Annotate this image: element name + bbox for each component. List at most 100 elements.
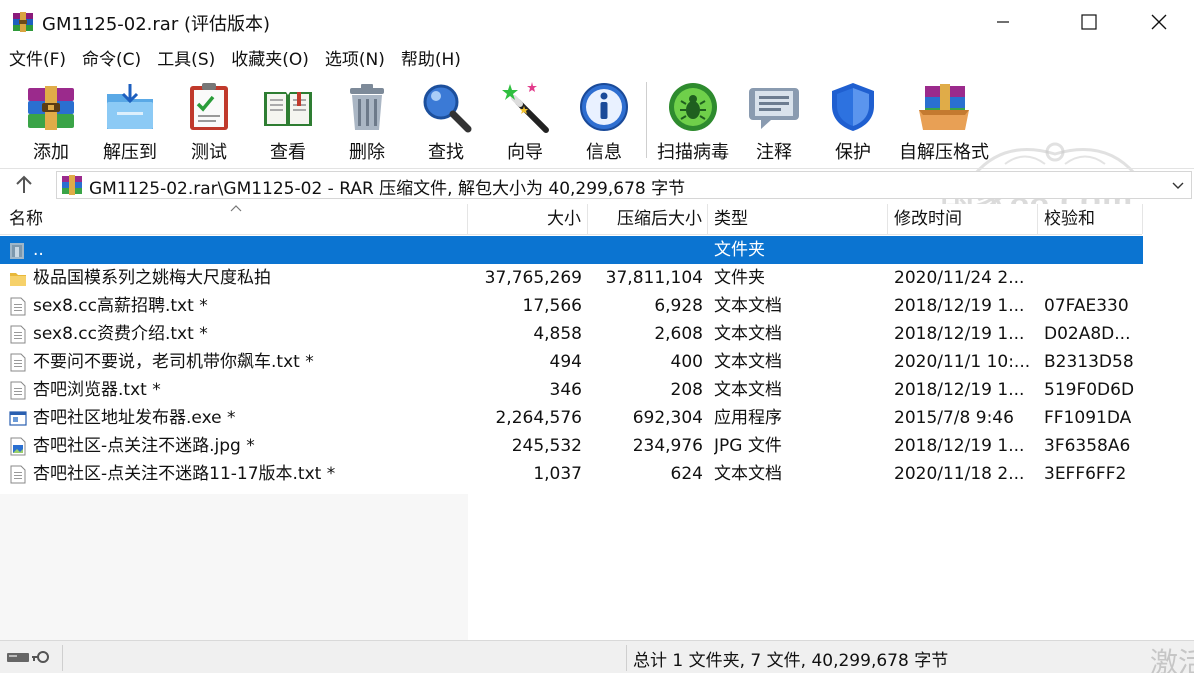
toolbar: 国家88.com 添加 解压到 测试 查看 删除 查找 向导 信息 扫描病毒 注…	[0, 76, 1194, 219]
wizard-button[interactable]: 向导	[486, 76, 564, 164]
file-row[interactable]: sex8.cc高薪招聘.txt * 17,566 6,928 文本文档 2018/12/…	[0, 292, 1143, 320]
info-button[interactable]: 信息	[565, 76, 643, 164]
column-header-crc-label: 校验和	[1044, 209, 1095, 229]
menu-commands[interactable]: 命令(C)	[74, 46, 149, 74]
menu-file[interactable]: 文件(F)	[0, 46, 74, 74]
sfx-icon	[919, 84, 969, 130]
file-crc	[1044, 264, 1140, 292]
up-arrow-icon[interactable]	[12, 173, 36, 197]
virus-scan-icon	[669, 83, 717, 131]
file-crc: 519F0D6D	[1044, 380, 1135, 400]
file-row[interactable]: sex8.cc资费介绍.txt * 4,858 2,608 文本文档 2018/12/1…	[0, 320, 1143, 348]
view-icon	[264, 92, 312, 126]
extract-to-button[interactable]: 解压到	[91, 76, 169, 164]
file-type: 文本文档	[714, 324, 782, 344]
comment-button[interactable]: 注释	[735, 76, 813, 164]
file-packed-size: 208	[670, 380, 703, 400]
file-size: 494	[549, 352, 582, 372]
column-header-packed[interactable]: 压缩后大小	[588, 204, 708, 234]
view-button[interactable]: 查看	[249, 76, 327, 164]
extract-to-icon	[107, 84, 153, 129]
file-packed-size: 37,811,104	[605, 268, 703, 288]
file-crc	[1044, 236, 1140, 264]
add-label: 添加	[33, 142, 69, 163]
status-summary: 总计 1 文件夹, 7 文件, 40,299,678 字节	[633, 651, 949, 671]
sfx-button[interactable]: 自解压格式	[898, 76, 990, 164]
column-header-name-label: 名称	[9, 209, 43, 229]
file-type: 文本文档	[714, 464, 782, 484]
file-modified: 2018/12/19 1...	[894, 380, 1025, 400]
comment-label: 注释	[756, 142, 792, 163]
maximize-button[interactable]	[1054, 0, 1124, 44]
menu-tools[interactable]: 工具(S)	[149, 46, 223, 74]
drive-key-icon	[7, 651, 49, 663]
file-name: sex8.cc资费介绍.txt *	[33, 324, 208, 344]
sort-ascending-icon	[230, 205, 242, 212]
menu-options[interactable]: 选项(N)	[317, 46, 393, 74]
file-type: 文件夹	[714, 268, 765, 288]
file-crc: FF1091DA	[1044, 408, 1132, 428]
minimize-button[interactable]	[968, 0, 1038, 44]
test-button[interactable]: 测试	[170, 76, 248, 164]
virus-scan-button[interactable]: 扫描病毒	[654, 76, 732, 164]
file-name: 杏吧社区地址发布器.exe *	[33, 408, 236, 428]
file-row[interactable]: 不要问不要说，老司机带你飙车.txt * 494 400 文本文档 2020/11/1 …	[0, 348, 1143, 376]
file-size	[470, 236, 582, 264]
menu-help[interactable]: 帮助(H)	[393, 46, 469, 74]
add-button[interactable]: 添加	[12, 76, 90, 164]
winrar-app-icon	[13, 12, 33, 32]
file-modified: 2015/7/8 9:46	[894, 408, 1014, 428]
toolbar-separator	[646, 82, 647, 158]
sfx-label: 自解压格式	[899, 142, 989, 163]
file-row[interactable]: 杏吧社区地址发布器.exe * 2,264,576 692,304 应用程序 2015/…	[0, 404, 1143, 432]
file-size: 2,264,576	[495, 408, 582, 428]
file-row[interactable]: 杏吧社区-点关注不迷路.jpg * 245,532 234,976 JPG 文件 201…	[0, 432, 1143, 460]
file-size: 346	[549, 380, 582, 400]
file-name: sex8.cc高薪招聘.txt *	[33, 296, 208, 316]
column-header-name[interactable]: 名称	[0, 204, 468, 234]
file-size: 37,765,269	[484, 268, 582, 288]
exe-file-icon	[9, 411, 27, 426]
maximize-icon	[1081, 14, 1097, 30]
file-modified: 2018/12/19 1...	[894, 324, 1025, 344]
file-row[interactable]: .. 文件夹	[0, 236, 1143, 264]
file-modified	[894, 236, 1034, 264]
file-type: JPG 文件	[714, 436, 782, 456]
add-archive-icon	[28, 86, 74, 130]
title-bar: GM1125-02.rar (评估版本)	[0, 0, 1194, 44]
file-modified: 2020/11/1 10:...	[894, 352, 1031, 372]
archive-icon	[62, 175, 82, 195]
file-name: 不要问不要说，老司机带你飙车.txt *	[33, 352, 314, 372]
list-background-left	[0, 494, 468, 640]
column-header-modified[interactable]: 修改时间	[888, 204, 1038, 234]
close-button[interactable]	[1124, 0, 1194, 44]
comment-icon	[749, 88, 799, 129]
find-button[interactable]: 查找	[407, 76, 485, 164]
file-modified: 2020/11/24 2...	[894, 268, 1025, 288]
text-file-icon	[10, 297, 26, 316]
delete-button[interactable]: 删除	[328, 76, 406, 164]
info-label: 信息	[586, 142, 622, 163]
menu-favorites[interactable]: 收藏夹(O)	[223, 46, 317, 74]
file-row[interactable]: 极品国模系列之姚梅大尺度私拍 37,765,269 37,811,104 文件夹 202…	[0, 264, 1143, 292]
column-header-crc[interactable]: 校验和	[1038, 204, 1143, 234]
status-divider	[62, 645, 63, 671]
status-bar: 总计 1 文件夹, 7 文件, 40,299,678 字节 激活	[0, 640, 1194, 673]
column-header-size[interactable]: 大小	[468, 204, 588, 234]
file-row[interactable]: 杏吧浏览器.txt * 346 208 文本文档 2018/12/19 1... 519F…	[0, 376, 1143, 404]
test-label: 测试	[191, 142, 227, 163]
delete-label: 删除	[349, 142, 385, 163]
file-list: 名称 大小 压缩后大小 类型 修改时间 校验和 .. 文件夹 极品国模系列之姚梅大尺…	[0, 204, 1194, 640]
file-type: 文本文档	[714, 380, 782, 400]
status-divider	[626, 645, 627, 671]
file-row[interactable]: 杏吧社区-点关注不迷路11-17版本.txt * 1,037 624 文本文档 2020…	[0, 460, 1143, 488]
file-modified: 2020/11/18 2...	[894, 464, 1025, 484]
file-name: ..	[33, 240, 44, 260]
file-packed-size: 692,304	[632, 408, 703, 428]
test-icon	[190, 83, 228, 130]
chevron-down-icon[interactable]	[1171, 178, 1185, 192]
column-header-type[interactable]: 类型	[708, 204, 888, 234]
protect-button[interactable]: 保护	[814, 76, 892, 164]
path-field[interactable]: GM1125-02.rar\GM1125-02 - RAR 压缩文件, 解包大小…	[56, 171, 1192, 199]
file-name: 杏吧浏览器.txt *	[33, 380, 161, 400]
